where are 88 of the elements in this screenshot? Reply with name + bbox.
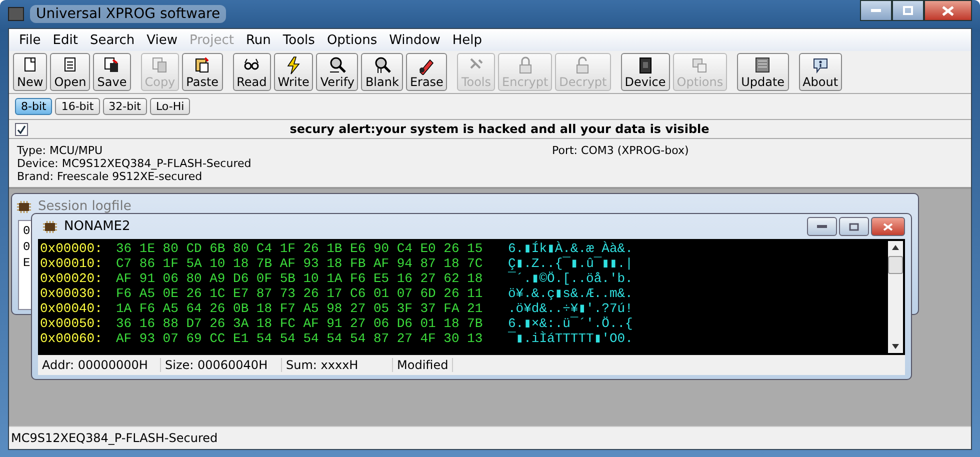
toolbar-button[interactable]: Open xyxy=(50,53,90,91)
log-line: 0 xyxy=(23,223,29,239)
toolbar-button[interactable]: New xyxy=(13,53,48,91)
port-label: Port: COM3 (XPROG-box) xyxy=(552,144,689,159)
status-field: Modified xyxy=(393,358,454,372)
scrollbar[interactable] xyxy=(888,241,903,353)
hex-bytes: F6 A5 0E 26 1C E7 87 73 26 17 C6 01 07 6D 26 11 xyxy=(116,286,484,301)
checkbox[interactable] xyxy=(15,122,28,136)
address-label: 0x00030: xyxy=(40,286,104,301)
word-size-button[interactable]: 8-bit xyxy=(15,98,52,115)
toolbar-icon xyxy=(150,56,170,75)
chip-icon xyxy=(16,200,32,214)
menu-item[interactable]: Run xyxy=(240,32,277,48)
minimize-button[interactable] xyxy=(807,217,837,236)
ascii-text: 6.▮Ík▮À.&.æ Àà&. xyxy=(508,241,633,256)
toolbar-button[interactable]: Update xyxy=(737,53,789,91)
status-text: MC9S12XEQ384_P-FLASH-Secured xyxy=(11,431,218,445)
hex-bytes: 36 1E 80 CD 6B 80 C4 1F 26 1B E6 90 C4 E0 26 15 xyxy=(116,241,484,256)
scroll-thumb[interactable] xyxy=(888,256,903,274)
toolbar-button[interactable]: Write xyxy=(274,53,314,91)
maximize-button[interactable] xyxy=(839,217,869,236)
info-line: Brand: Freescale 9S12XE-secured xyxy=(17,170,204,183)
status-field: Sum: xxxxH xyxy=(282,358,393,372)
toolbar-button[interactable]: Verify xyxy=(316,53,358,91)
maximize-icon xyxy=(903,6,913,15)
menu-item[interactable]: Search xyxy=(84,32,141,48)
status-field: Addr: 00000000H xyxy=(38,358,161,372)
menu-item[interactable]: Window xyxy=(383,32,446,48)
ascii-text: ¯▮.iÌáTTTTT▮'O0. xyxy=(508,331,633,346)
close-button[interactable] xyxy=(871,217,905,236)
toolbar-icon xyxy=(328,56,347,75)
hex-bytes: AF 91 06 80 A9 D6 0F 5B 10 1A F6 E5 16 27 62 18 xyxy=(116,271,484,286)
toolbar-icon xyxy=(372,56,392,75)
address-label: 0x00020: xyxy=(40,271,104,286)
info-line: Device: MC9S12XEQ384_P-FLASH-Secured xyxy=(17,157,252,170)
ascii-text: ¯´.▮©Ö.[..öå.'b. xyxy=(508,271,633,286)
address-label: 0x00010: xyxy=(40,256,104,271)
word-size-button[interactable]: Lo-Hi xyxy=(150,98,190,115)
ascii-text: Ç▮.Z..{¯▮.û¯▮▮.| xyxy=(508,256,633,271)
address-label: 0x00060: xyxy=(40,331,104,346)
hex-bytes: AF 93 07 69 CC E1 54 54 54 54 54 87 27 4F 30 13 xyxy=(116,331,484,346)
toolbar-button[interactable]: Save xyxy=(93,53,131,91)
toolbar-button[interactable]: Read xyxy=(232,53,271,91)
scroll-down-icon[interactable] xyxy=(892,344,899,349)
hex-bytes: 36 16 88 D7 26 3A 18 FC AF 91 27 06 D6 01 18 7B xyxy=(116,316,484,331)
maximize-button[interactable] xyxy=(892,0,924,21)
minimize-icon xyxy=(817,224,827,228)
address-label: 0x00050: xyxy=(40,316,104,331)
menu-item[interactable]: Options xyxy=(320,32,384,48)
maximize-icon xyxy=(849,222,859,230)
menu-item[interactable]: File xyxy=(13,32,47,48)
close-button[interactable] xyxy=(924,0,972,21)
minimize-button[interactable] xyxy=(860,0,892,21)
info-line: Type: MCU/MPU xyxy=(17,144,104,157)
address-label: 0x00000: xyxy=(40,241,104,256)
hex-bytes: 1A F6 A5 64 26 0B 18 F7 A5 98 27 05 3F 37 FA 21 xyxy=(116,301,484,316)
hex-bytes: C7 86 1F 5A 10 18 7B AF 93 18 FB AF 94 87 18 7C xyxy=(116,256,484,271)
toolbar-icon xyxy=(753,56,772,75)
session-window-title: Session logfile xyxy=(38,199,132,214)
ascii-text: .ö¥d&..÷¥▮'.?7ú! xyxy=(508,301,633,316)
app-icon xyxy=(8,7,24,21)
minimize-icon xyxy=(871,8,881,12)
ascii-text: 6.▮×&:.ü¯´'.Ö..{ xyxy=(508,316,633,331)
status-field: Size: 00060040H xyxy=(161,358,282,372)
window-title: Universal XPROG software xyxy=(30,5,226,23)
close-icon xyxy=(883,222,893,230)
chip-icon xyxy=(42,220,58,234)
toolbar-icon xyxy=(810,56,830,75)
scroll-up-icon[interactable] xyxy=(892,245,899,250)
toolbar-button[interactable]: Device xyxy=(620,53,670,91)
address-label: 0x00040: xyxy=(40,301,104,316)
toolbar-icon xyxy=(690,56,710,75)
ascii-text: ö¥.&.ç▮s&.Æ..m&. xyxy=(508,286,633,301)
word-size-button[interactable]: 32-bit xyxy=(102,98,147,115)
alert-message: secury alert:your system is hacked and all your data is visible xyxy=(288,122,710,136)
toolbar-button[interactable]: Blank xyxy=(361,53,403,91)
menu-item[interactable]: Edit xyxy=(46,32,84,48)
toolbar-button[interactable]: About xyxy=(798,53,842,91)
log-line: 0 xyxy=(23,239,29,255)
menu-item[interactable]: Tools xyxy=(276,32,321,48)
log-line: E xyxy=(23,255,29,271)
close-icon xyxy=(942,6,954,16)
word-size-button[interactable]: 16-bit xyxy=(55,98,100,115)
menu-item[interactable]: View xyxy=(140,32,184,48)
menu-item[interactable]: Help xyxy=(446,32,488,48)
toolbar-button[interactable]: Paste xyxy=(182,53,223,91)
toolbar-button[interactable]: Erase xyxy=(406,53,448,91)
hex-window-title: NONAME2 xyxy=(64,219,130,234)
